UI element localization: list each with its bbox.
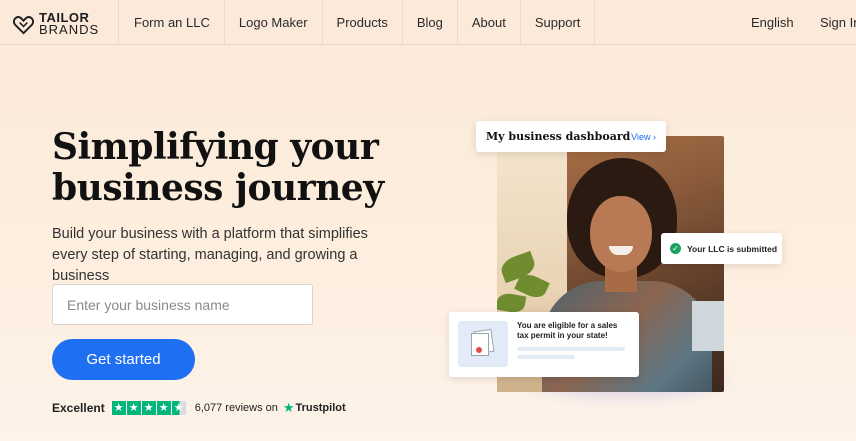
nav-item-about[interactable]: About [458, 0, 521, 45]
tax-permit-card: You are eligible for a sales tax permit … [449, 312, 639, 377]
brand-wordmark: TAILOR BRANDS [39, 11, 100, 37]
tax-permit-text: You are eligible for a sales tax permit … [517, 321, 618, 340]
star-icon: ★ [141, 401, 156, 415]
dashboard-title: My business dashboard [486, 130, 631, 143]
nav-item-support[interactable]: Support [521, 0, 596, 45]
heart-shield-icon [12, 15, 35, 34]
review-count: 6,077 reviews on [194, 402, 278, 414]
hero-title: Simplifying your business journey [52, 126, 384, 209]
document-icon [458, 321, 508, 367]
dashboard-view-link[interactable]: View › [631, 132, 656, 142]
nav-menu: Form an LLC Logo Maker Products Blog Abo… [118, 0, 596, 45]
half-star-icon: ★ [171, 401, 186, 415]
brand-logo[interactable]: TAILOR BRANDS [12, 11, 102, 37]
person-face [590, 196, 652, 272]
placeholder-bar [517, 355, 575, 359]
dashboard-card[interactable]: My business dashboard View › [476, 121, 666, 152]
nav-item-form-llc[interactable]: Form an LLC [118, 0, 225, 45]
rating-stars: ★ ★ ★ ★ ★ [111, 401, 187, 415]
laptop [692, 301, 724, 351]
trustpilot-star-icon: ★ [282, 400, 295, 415]
rating-label: Excellent [52, 401, 105, 415]
trustpilot-rating[interactable]: Excellent ★ ★ ★ ★ ★ 6,077 reviews on ★ T… [52, 399, 346, 417]
business-name-input[interactable] [52, 284, 313, 325]
star-icon: ★ [156, 401, 171, 415]
top-navigation: TAILOR BRANDS Form an LLC Logo Maker Pro… [0, 0, 856, 45]
sign-in-link[interactable]: Sign In [820, 0, 856, 45]
star-icon: ★ [111, 401, 126, 415]
placeholder-bar [517, 347, 625, 351]
nav-item-logo-maker[interactable]: Logo Maker [225, 0, 323, 45]
brand-line-2: BRANDS [39, 22, 100, 37]
check-circle-icon: ✓ [670, 243, 681, 254]
nav-item-blog[interactable]: Blog [403, 0, 458, 45]
llc-status-card: ✓ Your LLC is submitted [661, 233, 782, 264]
trustpilot-logo: Trustpilot [295, 402, 346, 414]
language-selector[interactable]: English [751, 0, 794, 45]
get-started-button[interactable]: Get started [52, 339, 195, 380]
llc-status-text: Your LLC is submitted [687, 243, 778, 254]
star-icon: ★ [126, 401, 141, 415]
hero-subtitle: Build your business with a platform that… [52, 226, 368, 284]
nav-item-products[interactable]: Products [323, 0, 403, 45]
